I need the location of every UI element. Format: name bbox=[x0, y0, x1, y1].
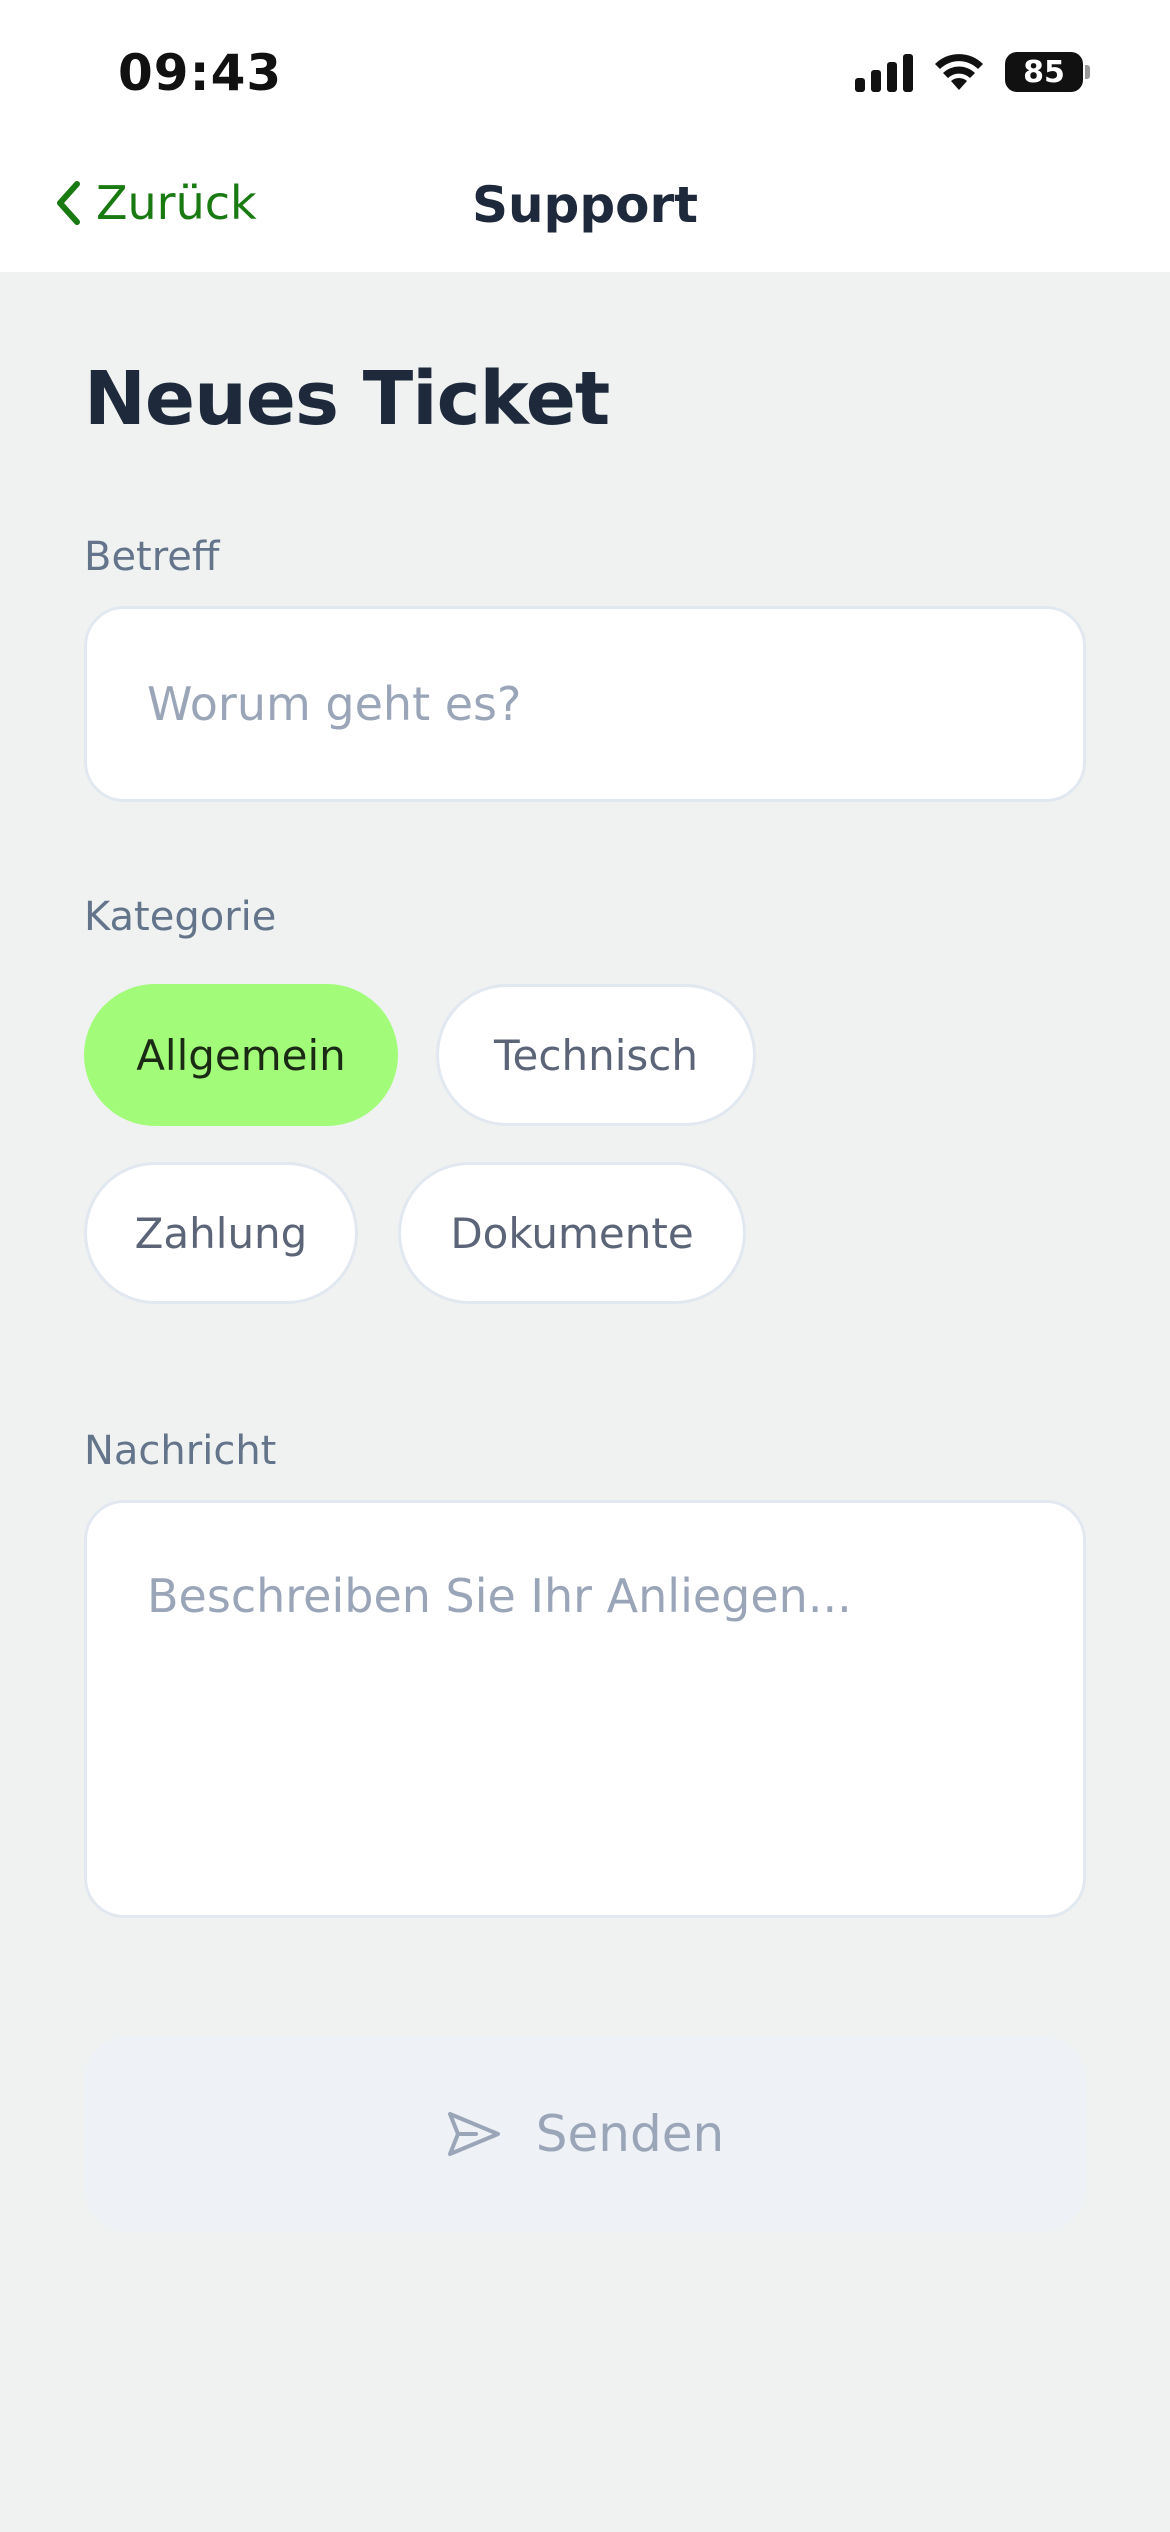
send-button[interactable]: Senden bbox=[84, 2036, 1086, 2232]
status-icons: 85 bbox=[855, 52, 1090, 92]
battery-icon: 85 bbox=[1005, 52, 1090, 92]
page-title: Neues Ticket bbox=[84, 356, 610, 442]
subject-field-container bbox=[84, 606, 1086, 802]
nav-title: Support bbox=[471, 176, 699, 234]
subject-input[interactable] bbox=[147, 677, 1023, 731]
subject-label: Betreff bbox=[84, 534, 220, 580]
cellular-signal-icon bbox=[855, 52, 913, 92]
status-time: 09:43 bbox=[118, 44, 283, 102]
message-field-container bbox=[84, 1500, 1086, 1918]
message-label: Nachricht bbox=[84, 1428, 277, 1474]
send-icon bbox=[447, 2112, 500, 2156]
navigation-bar: Zurück Support bbox=[0, 140, 1170, 272]
status-bar: 09:43 85 bbox=[0, 0, 1170, 140]
category-chip-zahlung[interactable]: Zahlung bbox=[84, 1162, 358, 1304]
wifi-icon bbox=[935, 54, 983, 90]
category-chip-allgemein[interactable]: Allgemein bbox=[84, 984, 398, 1126]
category-label: Kategorie bbox=[84, 894, 277, 940]
battery-level: 85 bbox=[1005, 52, 1083, 92]
send-button-label: Senden bbox=[535, 2105, 725, 2163]
message-textarea[interactable] bbox=[147, 1569, 1023, 1875]
category-chip-technisch[interactable]: Technisch bbox=[436, 984, 756, 1126]
category-chip-dokumente[interactable]: Dokumente bbox=[398, 1162, 746, 1304]
